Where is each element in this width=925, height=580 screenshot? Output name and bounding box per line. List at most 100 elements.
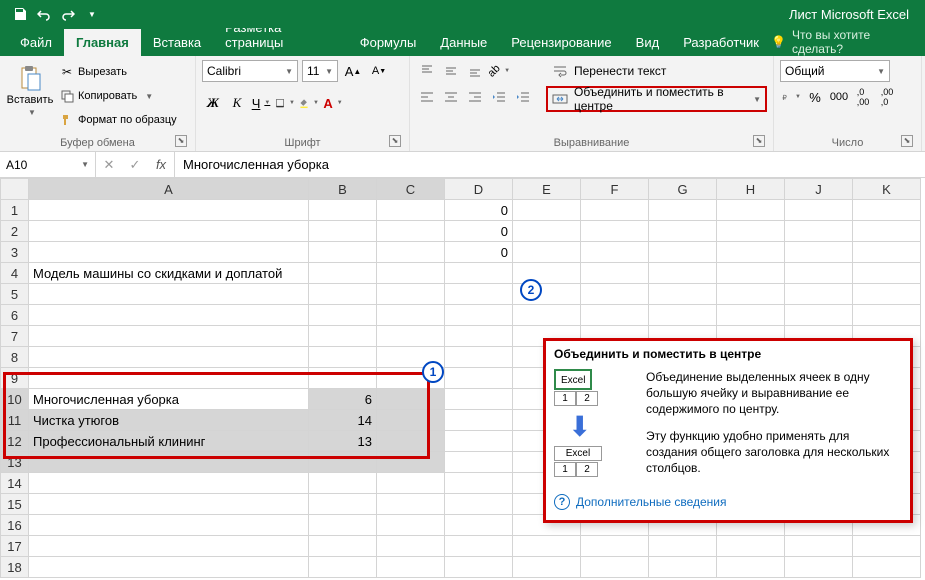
cell[interactable] (717, 200, 785, 221)
cell[interactable]: 0 (445, 200, 513, 221)
row-header[interactable]: 17 (1, 536, 29, 557)
cell[interactable] (445, 263, 513, 284)
cell[interactable] (717, 221, 785, 242)
qat-dropdown-icon[interactable]: ▼ (82, 4, 102, 24)
cell[interactable] (853, 536, 921, 557)
col-header[interactable]: D (445, 179, 513, 200)
cell[interactable] (29, 473, 309, 494)
cell[interactable] (785, 536, 853, 557)
cell[interactable] (513, 557, 581, 578)
dialog-launcher-icon[interactable]: ⬊ (175, 135, 187, 147)
cell[interactable] (513, 200, 581, 221)
cell[interactable] (853, 284, 921, 305)
fill-color-button[interactable]: ▼ (298, 92, 320, 114)
col-header[interactable]: B (309, 179, 377, 200)
cell[interactable] (717, 557, 785, 578)
cell[interactable] (717, 242, 785, 263)
cell[interactable] (445, 284, 513, 305)
cell[interactable] (853, 221, 921, 242)
row-header[interactable]: 11 (1, 410, 29, 431)
cell[interactable] (445, 389, 513, 410)
cell[interactable] (785, 200, 853, 221)
copy-button[interactable]: Копировать ▼ (58, 86, 179, 106)
cell[interactable] (649, 536, 717, 557)
row-header[interactable]: 13 (1, 452, 29, 473)
row-header[interactable]: 2 (1, 221, 29, 242)
cell[interactable] (853, 200, 921, 221)
col-header[interactable]: F (581, 179, 649, 200)
row-header[interactable]: 8 (1, 347, 29, 368)
cell[interactable] (377, 305, 445, 326)
cell[interactable] (853, 263, 921, 284)
cell[interactable] (513, 221, 581, 242)
cell[interactable] (649, 242, 717, 263)
cell[interactable] (377, 263, 445, 284)
align-middle-button[interactable] (440, 60, 462, 82)
cell[interactable] (445, 347, 513, 368)
underline-button[interactable]: Ч▼ (250, 92, 272, 114)
tell-me[interactable]: 💡 Что вы хотите сделать? (771, 28, 925, 56)
cell[interactable] (581, 284, 649, 305)
col-header[interactable]: E (513, 179, 581, 200)
row-header[interactable]: 12 (1, 431, 29, 452)
cell[interactable]: 0 (445, 242, 513, 263)
cell[interactable] (785, 263, 853, 284)
cell[interactable] (445, 368, 513, 389)
cell[interactable]: 13 (309, 431, 377, 452)
cell[interactable] (29, 452, 309, 473)
cell[interactable] (853, 557, 921, 578)
cell[interactable] (309, 221, 377, 242)
formula-input[interactable]: Многочисленная уборка (175, 152, 925, 177)
cell[interactable]: 0 (445, 221, 513, 242)
col-header[interactable]: H (717, 179, 785, 200)
cell[interactable] (309, 263, 377, 284)
cell[interactable] (649, 284, 717, 305)
font-name-combo[interactable]: Calibri▼ (202, 60, 298, 82)
decrease-decimal-button[interactable]: ,00,0 (876, 86, 898, 108)
col-header[interactable]: C (377, 179, 445, 200)
redo-icon[interactable] (58, 4, 78, 24)
cell[interactable] (649, 305, 717, 326)
cell[interactable] (649, 221, 717, 242)
row-header[interactable]: 4 (1, 263, 29, 284)
name-box[interactable]: A10▼ (0, 152, 96, 177)
align-left-button[interactable] (416, 86, 438, 108)
tab-view[interactable]: Вид (624, 29, 672, 56)
align-bottom-button[interactable] (464, 60, 486, 82)
col-header[interactable]: J (785, 179, 853, 200)
cell[interactable] (649, 200, 717, 221)
cell[interactable] (445, 452, 513, 473)
cell[interactable] (581, 557, 649, 578)
cell[interactable]: Многочисленная уборка (29, 389, 309, 410)
cell[interactable] (29, 326, 309, 347)
cell[interactable] (377, 200, 445, 221)
worksheet-grid[interactable]: A B C D E F G H J K 1020304Модель машины… (0, 178, 925, 578)
cell[interactable] (377, 515, 445, 536)
cell[interactable] (581, 536, 649, 557)
cell[interactable] (581, 263, 649, 284)
cell[interactable] (377, 473, 445, 494)
decrease-font-button[interactable]: A▼ (368, 60, 390, 82)
dialog-launcher-icon[interactable]: ⬊ (901, 135, 913, 147)
cell[interactable] (377, 431, 445, 452)
align-center-button[interactable] (440, 86, 462, 108)
row-header[interactable]: 1 (1, 200, 29, 221)
cell[interactable] (513, 305, 581, 326)
cell[interactable] (377, 410, 445, 431)
row-header[interactable]: 5 (1, 284, 29, 305)
col-header[interactable]: G (649, 179, 717, 200)
cell[interactable] (377, 326, 445, 347)
cell[interactable] (309, 473, 377, 494)
percent-button[interactable]: % (804, 86, 826, 108)
cell[interactable] (309, 368, 377, 389)
cancel-icon[interactable]: ✕ (96, 157, 122, 173)
cell[interactable] (377, 389, 445, 410)
increase-decimal-button[interactable]: ,0,00 (852, 86, 874, 108)
cell[interactable] (29, 200, 309, 221)
cell[interactable] (29, 494, 309, 515)
accounting-format-button[interactable]: ₽▼ (780, 86, 802, 108)
row-header[interactable]: 6 (1, 305, 29, 326)
row-header[interactable]: 18 (1, 557, 29, 578)
row-header[interactable]: 16 (1, 515, 29, 536)
cell[interactable] (581, 200, 649, 221)
